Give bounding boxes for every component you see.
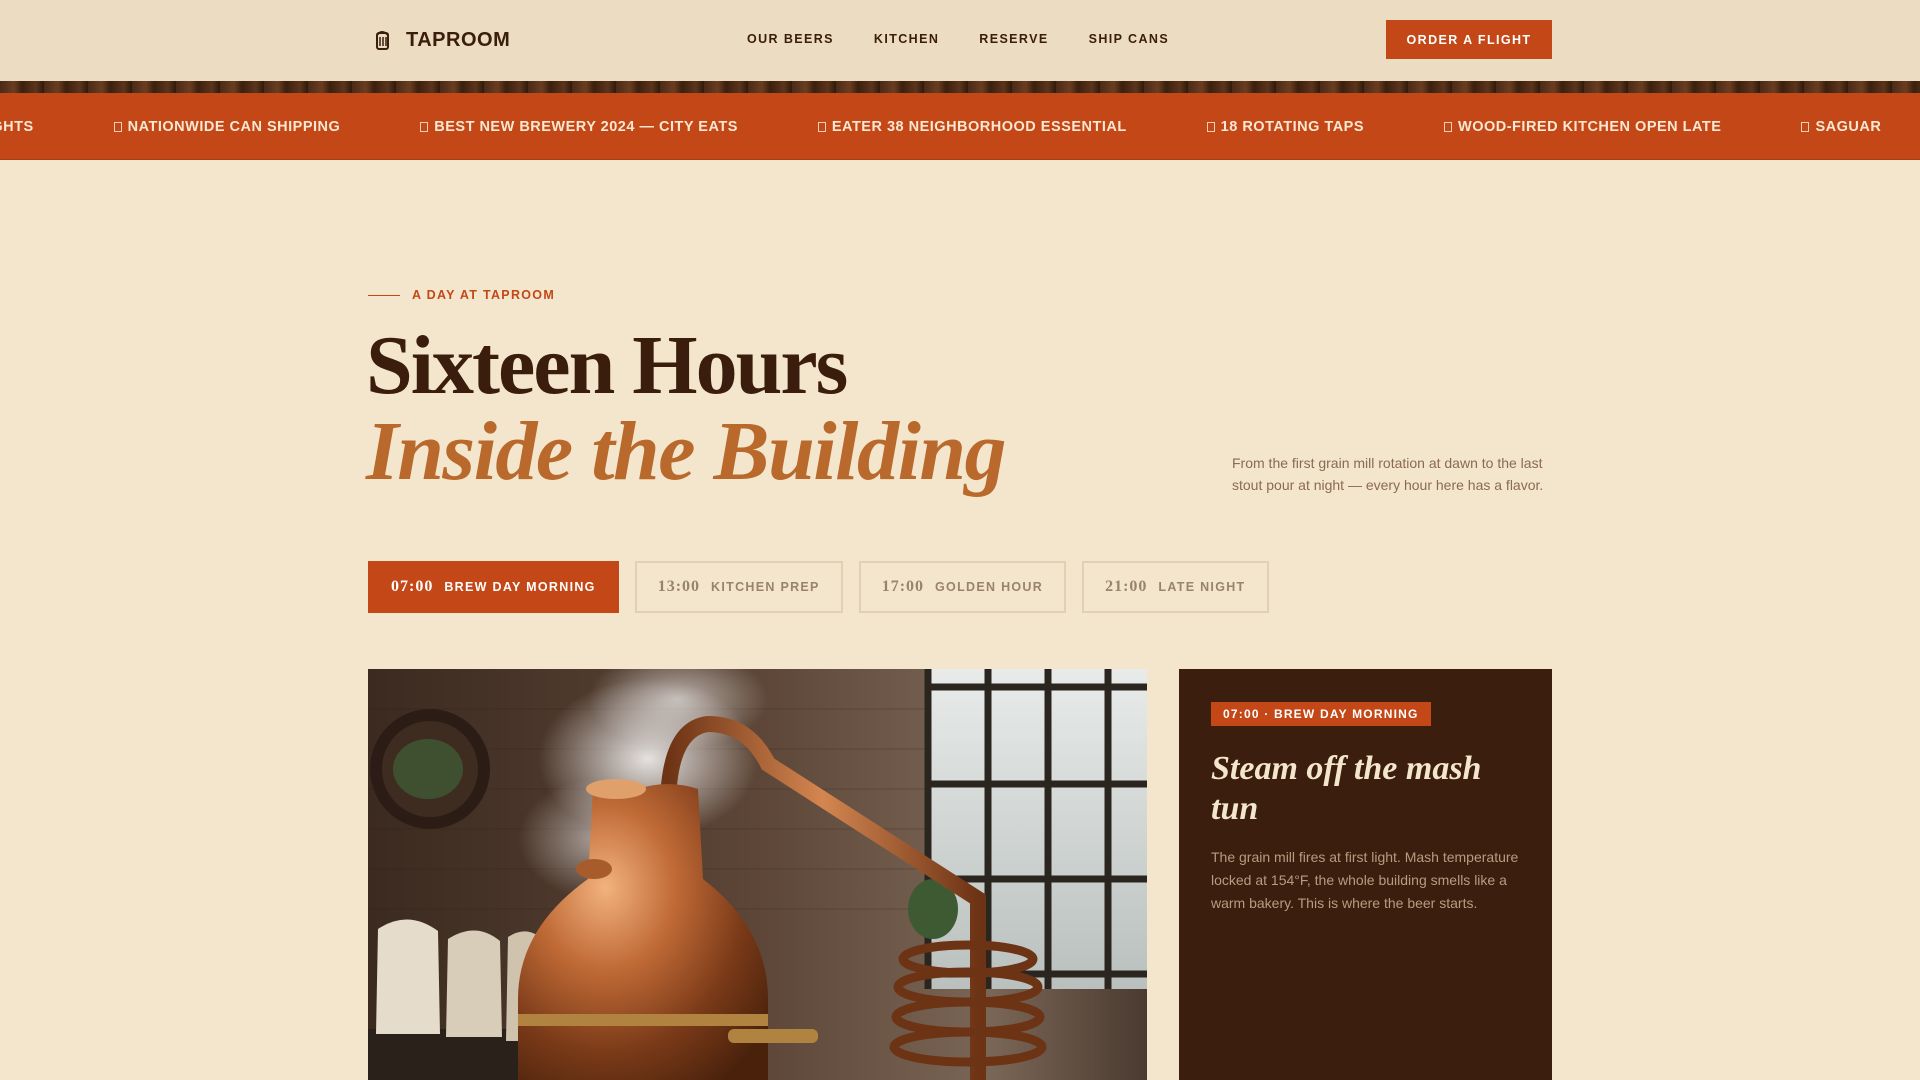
time-tabs: 07:00 BREW DAY MORNING 13:00 KITCHEN PRE… [368,561,1269,613]
tab-label: LATE NIGHT [1158,580,1246,594]
tab-time: 17:00 [881,578,925,595]
bullet-icon [1444,121,1453,132]
hero-lede: From the first grain mill rotation at da… [1232,455,1544,493]
nav-ship-cans[interactable]: SHIP CANS [1089,32,1169,46]
marquee-item: HT NIGHTS [0,119,34,135]
tab-label: KITCHEN PREP [711,580,820,594]
tab-kitchen-prep[interactable]: 13:00 KITCHEN PREP [634,561,843,613]
eyebrow-rule [368,294,400,296]
marquee-item: WOOD-FIRED KITCHEN OPEN LATE [1444,119,1721,135]
tab-time: 13:00 [657,578,701,595]
eyebrow-text: A DAY AT TAPROOM [412,288,556,302]
order-flight-button[interactable]: ORDER A FLIGHT [1386,20,1552,59]
moment-card: 07:00 · BREW DAY MORNING Steam off the m… [1179,669,1552,1080]
bullet-icon [420,121,429,132]
tab-time: 07:00 [391,578,434,595]
marquee-item-label: WOOD-FIRED KITCHEN OPEN LATE [1458,118,1722,135]
card-badge: 07:00 · BREW DAY MORNING [1211,702,1431,726]
tab-label: GOLDEN HOUR [935,580,1044,594]
tab-label: BREW DAY MORNING [444,580,596,594]
tab-late-night[interactable]: 21:00 LATE NIGHT [1082,561,1269,613]
marquee-item: NATIONWIDE CAN SHIPPING [113,118,341,135]
hero-title: Sixteen Hours [366,319,848,412]
bullet-icon [113,121,122,132]
nav-kitchen[interactable]: KITCHEN [874,32,939,46]
tab-golden-hour[interactable]: 17:00 GOLDEN HOUR [858,561,1067,613]
marquee-item: SAGUAR [1801,119,1881,135]
marquee-item-label: BEST NEW BREWERY 2024 — CITY EATS [434,118,738,135]
nav-reserve[interactable]: RESERVE [979,32,1048,46]
brewery-still-photo [368,669,1147,1080]
marquee-item-label: HT NIGHTS [0,118,34,135]
marquee-item-label: SAGUAR [1815,118,1882,135]
marquee-item-label: NATIONWIDE CAN SHIPPING [127,118,341,135]
announcement-marquee: HT NIGHTS NATIONWIDE CAN SHIPPING BEST N… [0,93,1920,160]
site-header: TAPROOM OUR BEERS KITCHEN RESERVE SHIP C… [0,0,1920,81]
marquee-item-label: EATER 38 NEIGHBORHOOD ESSENTIAL [831,118,1127,135]
bullet-icon [1206,121,1215,132]
section-eyebrow: A DAY AT TAPROOM [368,288,555,302]
marquee-track: HT NIGHTS NATIONWIDE CAN SHIPPING BEST N… [0,93,1920,159]
hero-subtitle: Inside the Building [366,405,1007,498]
nav-our-beers[interactable]: OUR BEERS [747,32,834,46]
tab-brew-day-morning[interactable]: 07:00 BREW DAY MORNING [368,561,619,613]
marquee-item: 18 ROTATING TAPS [1206,118,1365,135]
mug-icon [376,31,389,50]
main-nav: OUR BEERS KITCHEN RESERVE SHIP CANS [747,32,1169,46]
card-text: The grain mill fires at first light. Mas… [1211,849,1519,911]
card-title: Steam off the mash tun [1211,750,1482,827]
bullet-icon [1801,121,1810,132]
bullet-icon [817,121,826,132]
brand-name: TAPROOM [406,28,511,51]
brand-logo[interactable]: TAPROOM [374,26,510,54]
marquee-item: EATER 38 NEIGHBORHOOD ESSENTIAL [817,118,1127,135]
marquee-item: BEST NEW BREWERY 2024 — CITY EATS [420,119,738,135]
header-divider [0,81,1920,93]
copper-still-image [368,669,1147,1080]
tab-time: 21:00 [1105,578,1148,595]
marquee-item-label: 18 ROTATING TAPS [1220,118,1365,135]
